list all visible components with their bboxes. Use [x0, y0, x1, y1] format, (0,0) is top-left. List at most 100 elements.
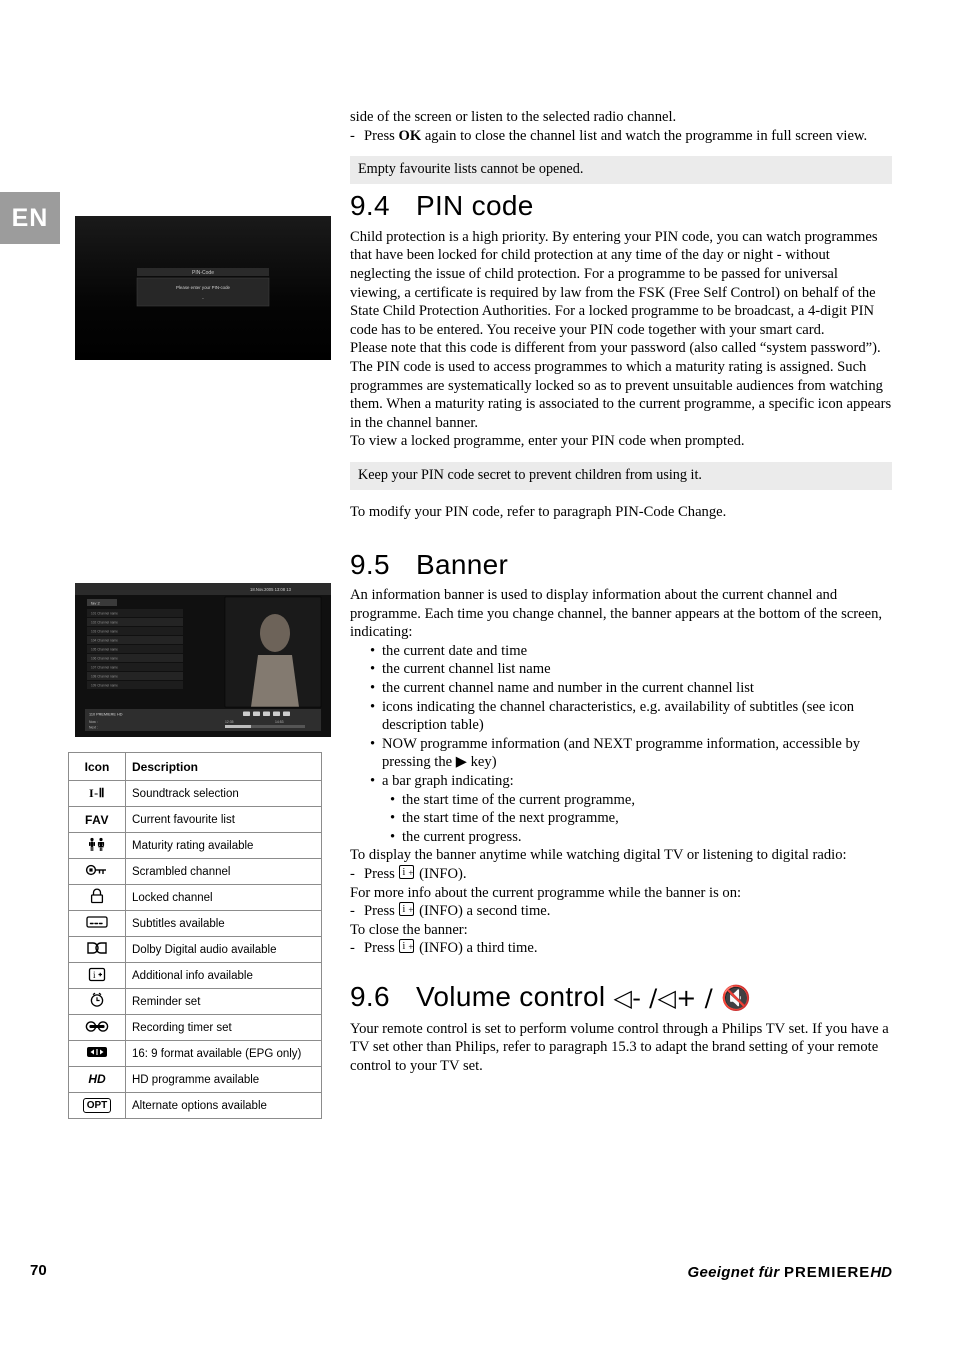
- svg-text:109 Channel name: 109 Channel name: [91, 684, 118, 688]
- svg-text:14:53: 14:53: [275, 720, 284, 724]
- press-ok-suffix: again to close the channel list and watc…: [421, 127, 868, 144]
- subtitles-icon: [68, 910, 126, 937]
- press-label: Press: [364, 940, 395, 957]
- press-suffix: (INFO) a third time.: [419, 940, 538, 957]
- press-ok-line: - Press OK again to close the channel li…: [350, 127, 892, 146]
- pin-paragraph-2: Please note that this code is different …: [350, 340, 892, 431]
- table-cell-description: HD programme available: [125, 1066, 322, 1093]
- volume-symbols: ◁- /◁+ / 🔇: [614, 984, 752, 1012]
- svg-text:110 PREMIERE HD: 110 PREMIERE HD: [89, 713, 123, 717]
- recording-timer-icon: [68, 1014, 126, 1041]
- list-item-label: the start time of the next programme,: [402, 810, 619, 827]
- pin-paragraph-1: Child protection is a high priority. By …: [350, 228, 878, 338]
- bullet-marker: •: [390, 791, 396, 808]
- dolby-digital-icon: [68, 936, 126, 963]
- svg-text:Now :: Now :: [89, 720, 98, 724]
- svg-text:107 Channel name: 107 Channel name: [91, 666, 118, 670]
- banner-screenshot: 18.Nov.2005 13:08 13 fav 2 101 Channel n…: [75, 583, 331, 737]
- section-number: 9.6: [350, 980, 390, 1012]
- svg-text:12:35: 12:35: [225, 720, 234, 724]
- press-suffix: (INFO).: [419, 866, 467, 882]
- footer-brand-hd: HD: [870, 1264, 892, 1281]
- table-cell-description: Alternate options available: [125, 1092, 322, 1119]
- pin-paragraph-3: To view a locked programme, enter your P…: [350, 433, 745, 450]
- column-header-description: Description: [125, 752, 322, 781]
- press-suffix: (INFO) a second time.: [419, 903, 551, 920]
- table-row: I-Ⅱ Soundtrack selection: [68, 780, 322, 807]
- table-cell-description: Maturity rating available: [125, 832, 322, 859]
- table-cell-description: Soundtrack selection: [125, 780, 322, 807]
- pin-closing-line: To modify your PIN code, refer to paragr…: [350, 503, 727, 520]
- maturity-rating-icon: [68, 832, 126, 859]
- banner-display-line: To display the banner anytime while watc…: [350, 847, 847, 864]
- list-item: • NOW programme information (and NEXT pro…: [350, 735, 892, 772]
- svg-text:18.Nov.2005 13:08 13: 18.Nov.2005 13:08 13: [250, 587, 292, 592]
- bullet-marker: •: [370, 698, 376, 715]
- list-item-label: the current date and time: [382, 642, 528, 659]
- main-content-column: side of the screen or listen to the sele…: [350, 108, 892, 1075]
- table-row: OPT Alternate options available: [68, 1092, 322, 1119]
- dash-marker: -: [350, 866, 355, 882]
- banner-sub-bullet-list: • the start time of the current programme…: [350, 791, 892, 847]
- svg-text:103 Channel name: 103 Channel name: [91, 630, 118, 634]
- press-label: Press: [364, 903, 395, 920]
- widescreen-icon: [68, 1040, 126, 1067]
- table-cell-description: Subtitles available: [125, 910, 322, 937]
- table-cell-description: Recording timer set: [125, 1014, 322, 1041]
- svg-text:fav 2: fav 2: [91, 601, 100, 606]
- svg-text:102 Channel name: 102 Channel name: [91, 621, 118, 625]
- table-cell-description: Locked channel: [125, 884, 322, 911]
- banner-intro: An information banner is used to display…: [350, 587, 883, 641]
- banner-moreinfo-line: For more info about the current programm…: [350, 884, 742, 901]
- hd-icon: HD: [68, 1066, 126, 1093]
- table-cell-description: 16: 9 format available (EPG only): [125, 1040, 322, 1067]
- bullet-marker: •: [370, 773, 376, 790]
- section-heading-banner: 9.5 Banner: [350, 548, 892, 580]
- list-item: • icons indicating the channel characteri…: [350, 698, 892, 735]
- page-number: 70: [30, 1262, 47, 1279]
- column-header-icon: Icon: [68, 752, 126, 781]
- svg-text:106 Channel name: 106 Channel name: [91, 657, 118, 661]
- svg-text:i: i: [93, 970, 96, 980]
- table-cell-description: Reminder set: [125, 988, 322, 1015]
- banner-close-line: To close the banner:: [350, 921, 468, 938]
- footer-brand: Geeignet für PREMIEREHD: [688, 1264, 892, 1281]
- list-item-label: the current channel name and number in t…: [382, 680, 754, 697]
- section-heading-pin-code: 9.4 PIN code: [350, 192, 892, 220]
- table-row: FAV Current favourite list: [68, 806, 322, 833]
- list-item-label: icons indicating the channel characteris…: [382, 698, 855, 734]
- svg-text:PIN-Code: PIN-Code: [192, 270, 214, 276]
- table-header-row: Icon Description: [68, 752, 322, 781]
- table-row: Maturity rating available: [68, 832, 322, 859]
- bullet-marker: •: [370, 642, 376, 659]
- press-ok-prefix: Press: [364, 127, 399, 144]
- scrambled-key-icon: [68, 858, 126, 885]
- table-row: Scrambled channel: [68, 858, 322, 885]
- pin-code-screenshot: PIN-Code Please enter your PIN-code -: [75, 216, 331, 360]
- list-item-label: the current progress.: [402, 828, 522, 845]
- bullet-marker: •: [370, 680, 376, 697]
- table-cell-description: Current favourite list: [125, 806, 322, 833]
- info-plus-icon: [399, 938, 415, 957]
- banner-press-info-1: - Press (INFO).: [350, 864, 892, 884]
- svg-text:104 Channel name: 104 Channel name: [91, 639, 118, 643]
- banner-press-info-3: - Press (INFO) a third time.: [350, 938, 892, 958]
- soundtrack-selection-icon: I-Ⅱ: [68, 780, 126, 807]
- dash-marker: -: [350, 940, 355, 957]
- table-cell-description: Dolby Digital audio available: [125, 936, 322, 963]
- favourite-list-icon: FAV: [68, 806, 126, 833]
- list-item: • the current channel name and number in …: [350, 679, 892, 698]
- section-number: 9.5: [350, 548, 390, 580]
- banner-screenshot-svg: 18.Nov.2005 13:08 13 fav 2 101 Channel n…: [75, 583, 331, 737]
- list-item: • a bar graph indicating:: [350, 772, 892, 791]
- table-row: Subtitles available: [68, 910, 322, 937]
- list-item-label: the current channel list name: [382, 661, 551, 678]
- bullet-marker: •: [390, 828, 396, 845]
- mute-icon: 🔇: [720, 983, 752, 1012]
- ok-key-label: OK: [398, 127, 422, 144]
- opt-icon: OPT: [68, 1092, 126, 1119]
- list-item-label: the start time of the current programme,: [402, 791, 636, 808]
- pin-code-screenshot-svg: PIN-Code Please enter your PIN-code -: [75, 216, 331, 360]
- note-empty-favourites: Empty favourite lists cannot be opened.: [350, 156, 892, 185]
- section-title: PIN code: [416, 190, 534, 222]
